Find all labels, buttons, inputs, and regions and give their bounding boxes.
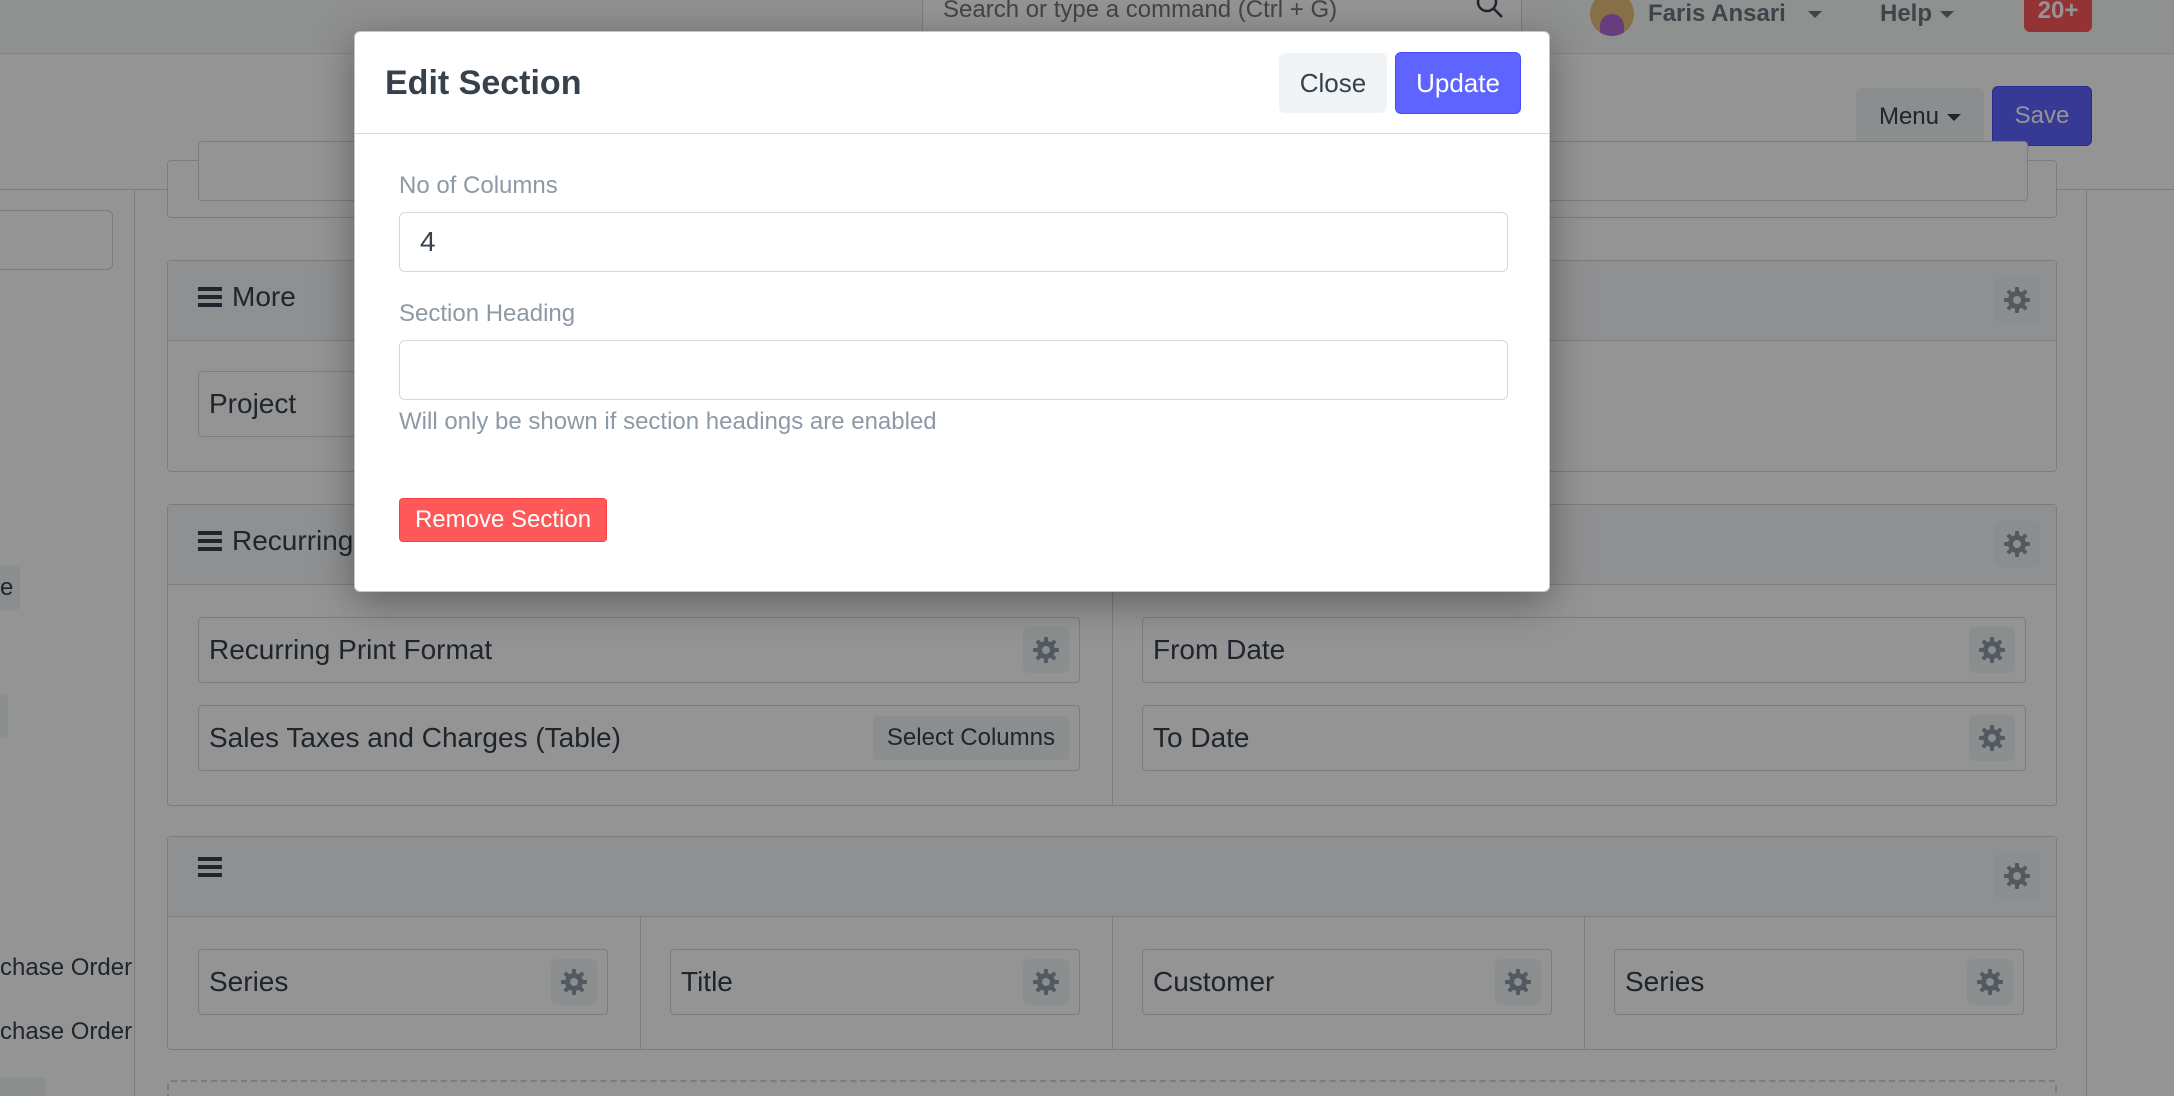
remove-section-button[interactable]: Remove Section [399,498,607,542]
section-heading-help: Will only be shown if section headings a… [399,408,937,435]
edit-section-dialog: Edit Section Close Update No of Columns … [354,31,1550,592]
section-heading-input[interactable] [399,340,1508,400]
close-button[interactable]: Close [1279,53,1387,113]
section-heading-label: Section Heading [399,300,576,327]
columns-label: No of Columns [399,172,558,199]
columns-input[interactable] [399,212,1508,272]
update-button[interactable]: Update [1395,52,1521,114]
modal-title: Edit Section [385,64,582,102]
modal-header: Edit Section Close Update [355,32,1549,134]
